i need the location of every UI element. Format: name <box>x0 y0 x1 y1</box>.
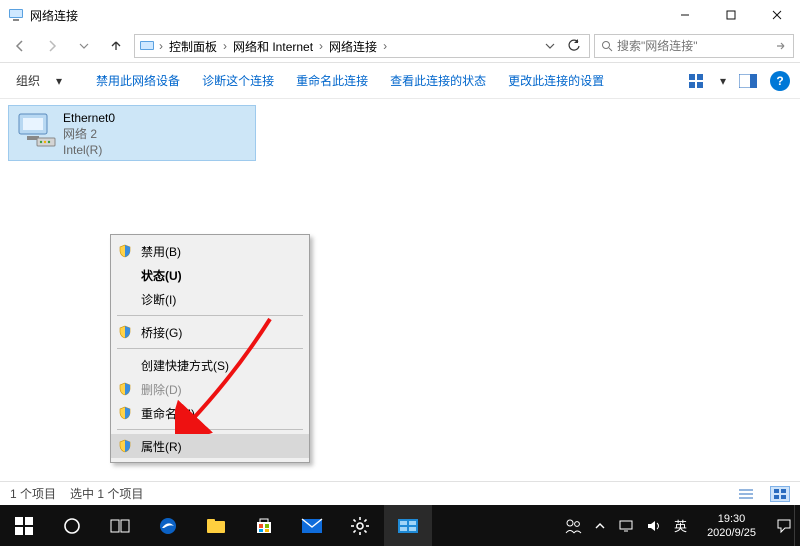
menu-item-label: 桥接(G) <box>141 324 182 341</box>
window-title: 网络连接 <box>30 7 78 24</box>
control-panel-taskbar-icon[interactable] <box>384 505 432 546</box>
adapter-name-label: Ethernet0 <box>63 110 115 126</box>
uac-shield-icon <box>117 324 133 340</box>
view-menu-button[interactable] <box>686 70 710 92</box>
menu-item-label: 删除(D) <box>141 381 182 398</box>
back-button[interactable] <box>6 32 34 60</box>
context-menu-item[interactable]: 桥接(G) <box>111 320 309 344</box>
title-bar: 网络连接 <box>0 0 800 30</box>
edge-taskbar-icon[interactable] <box>144 505 192 546</box>
volume-tray-icon[interactable] <box>646 519 662 533</box>
uac-shield-icon <box>117 243 133 259</box>
show-desktop-button[interactable] <box>794 505 800 546</box>
chevron-right-icon[interactable]: › <box>223 39 227 53</box>
minimize-button[interactable] <box>662 0 708 30</box>
menu-item-label: 禁用(B) <box>141 243 181 260</box>
menu-separator <box>117 429 303 430</box>
chevron-right-icon[interactable]: › <box>319 39 323 53</box>
cmd-disable-device[interactable]: 禁用此网络设备 <box>90 70 186 91</box>
cmd-rename[interactable]: 重命名此连接 <box>290 70 374 91</box>
menu-item-label: 创建快捷方式(S) <box>141 357 229 374</box>
menu-item-label: 状态(U) <box>141 267 182 284</box>
system-tray: 英 19:30 2020/9/25 <box>556 505 794 546</box>
context-menu-item[interactable]: 状态(U) <box>111 263 309 287</box>
maximize-button[interactable] <box>708 0 754 30</box>
app-icon <box>8 7 24 23</box>
tray-chevron-up-icon[interactable] <box>594 520 606 532</box>
address-dropdown-button[interactable] <box>541 41 559 51</box>
cmd-diagnose[interactable]: 诊断这个连接 <box>196 70 280 91</box>
up-button[interactable] <box>102 32 130 60</box>
context-menu-item[interactable]: 禁用(B) <box>111 239 309 263</box>
adapter-ethernet0[interactable]: Ethernet0 网络 2 Intel(R) <box>8 105 256 161</box>
status-bar: 1 个项目 选中 1 个项目 <box>0 481 800 505</box>
taskbar: 英 19:30 2020/9/25 <box>0 505 800 546</box>
dropdown-icon[interactable]: ▾ <box>56 74 62 88</box>
menu-separator <box>117 315 303 316</box>
context-menu-item[interactable]: 创建快捷方式(S) <box>111 353 309 377</box>
menu-item-label: 诊断(I) <box>141 291 176 308</box>
menu-separator <box>117 348 303 349</box>
breadcrumb-network-and-internet[interactable]: 网络和 Internet <box>231 38 315 55</box>
forward-button[interactable] <box>38 32 66 60</box>
uac-shield-icon <box>117 357 133 373</box>
details-view-button[interactable] <box>736 486 756 502</box>
cmd-view-status[interactable]: 查看此连接的状态 <box>384 70 492 91</box>
recent-locations-button[interactable] <box>70 32 98 60</box>
context-menu-item[interactable]: 属性(R) <box>111 434 309 458</box>
cmd-change-settings[interactable]: 更改此连接的设置 <box>502 70 610 91</box>
organize-menu[interactable]: 组织 <box>10 70 46 91</box>
menu-item-label: 属性(R) <box>141 438 182 455</box>
status-item-count: 1 个项目 <box>10 485 56 502</box>
cortana-button[interactable] <box>48 505 96 546</box>
uac-shield-icon <box>117 438 133 454</box>
network-tray-icon[interactable] <box>618 519 634 533</box>
uac-shield-icon <box>117 291 133 307</box>
store-taskbar-icon[interactable] <box>240 505 288 546</box>
uac-shield-icon <box>117 267 133 283</box>
ime-indicator[interactable]: 英 <box>674 516 687 535</box>
refresh-button[interactable] <box>563 39 585 53</box>
context-menu: 禁用(B) 状态(U) 诊断(I) 桥接(G) 创建快捷方式(S) 删除(D) 重命名(M)… <box>110 234 310 463</box>
preview-pane-button[interactable] <box>736 70 760 92</box>
action-center-icon[interactable] <box>776 518 792 534</box>
search-icon <box>601 40 613 52</box>
adapter-device-label: Intel(R) <box>63 142 115 158</box>
uac-shield-icon <box>117 381 133 397</box>
menu-item-label: 重命名(M) <box>141 405 195 422</box>
close-button[interactable] <box>754 0 800 30</box>
people-icon[interactable] <box>564 517 582 535</box>
clock-date: 2020/9/25 <box>707 526 756 540</box>
breadcrumb-network-connections[interactable]: 网络连接 <box>327 38 379 55</box>
settings-taskbar-icon[interactable] <box>336 505 384 546</box>
breadcrumb-control-panel[interactable]: 控制面板 <box>167 38 219 55</box>
address-bar[interactable]: › 控制面板 › 网络和 Internet › 网络连接 › <box>134 34 590 58</box>
tiles-view-button[interactable] <box>770 486 790 502</box>
taskview-button[interactable] <box>96 505 144 546</box>
clock-time: 19:30 <box>718 512 746 526</box>
uac-shield-icon <box>117 405 133 421</box>
context-menu-item[interactable]: 重命名(M) <box>111 401 309 425</box>
content-area: Ethernet0 网络 2 Intel(R) 禁用(B) 状态(U) 诊断(I) 桥… <box>0 99 800 505</box>
status-selected-count: 选中 1 个项目 <box>70 485 143 502</box>
mail-taskbar-icon[interactable] <box>288 505 336 546</box>
network-adapter-icon <box>15 110 57 152</box>
clock[interactable]: 19:30 2020/9/25 <box>699 512 764 540</box>
search-go-icon[interactable] <box>775 40 787 52</box>
nav-bar: › 控制面板 › 网络和 Internet › 网络连接 › <box>0 30 800 63</box>
start-button[interactable] <box>0 505 48 546</box>
search-input[interactable] <box>617 39 775 53</box>
chevron-right-icon[interactable]: › <box>159 39 163 53</box>
search-box[interactable] <box>594 34 794 58</box>
adapter-status-label: 网络 2 <box>63 126 115 142</box>
dropdown-icon[interactable]: ▾ <box>720 74 726 88</box>
address-root-icon <box>139 38 155 54</box>
explorer-taskbar-icon[interactable] <box>192 505 240 546</box>
chevron-right-icon[interactable]: › <box>383 39 387 53</box>
context-menu-item: 删除(D) <box>111 377 309 401</box>
context-menu-item[interactable]: 诊断(I) <box>111 287 309 311</box>
command-bar: 组织 ▾ 禁用此网络设备 诊断这个连接 重命名此连接 查看此连接的状态 更改此连… <box>0 63 800 99</box>
help-button[interactable]: ? <box>770 71 790 91</box>
